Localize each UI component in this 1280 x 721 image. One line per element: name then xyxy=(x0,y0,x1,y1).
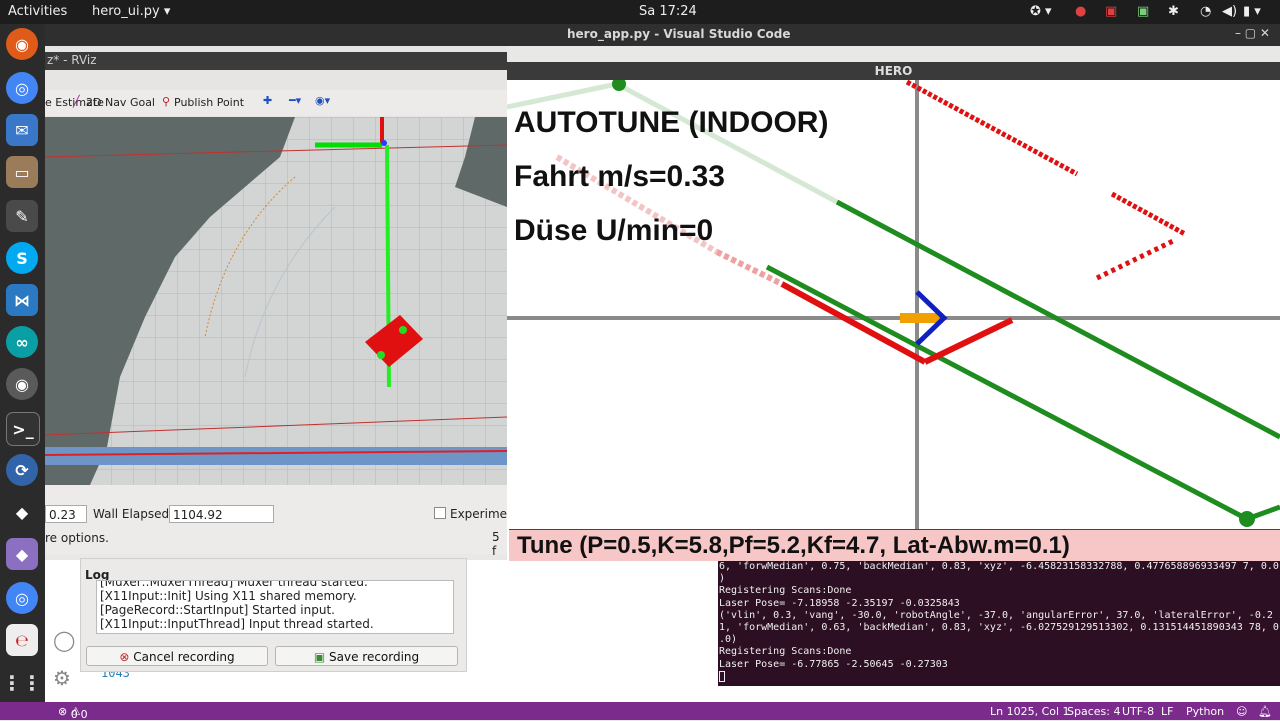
publish-point-tool[interactable]: Publish Point xyxy=(174,96,244,109)
nozzle-rpm-label: Düse U/min=0 xyxy=(514,214,714,247)
vscode-titlebar: hero_app.py - Visual Studio Code – ▢ ✕ xyxy=(45,24,1280,46)
terminal-line: Laser Pose= -7.18958 -2.35197 -0.0325843 xyxy=(719,597,960,609)
add-tool-icon[interactable]: ✚ xyxy=(263,94,272,107)
speed-label: Fahrt m/s=0.33 xyxy=(514,160,725,193)
terminal-cursor xyxy=(719,670,725,682)
vscode-icon[interactable]: ⋈ xyxy=(6,284,38,316)
log-line: [PageRecord::StartInput] Started input. xyxy=(100,603,335,617)
ros-time-field[interactable]: 0.23 xyxy=(45,505,87,523)
battery-icon[interactable]: ▮ ▾ xyxy=(1243,4,1261,19)
tool-options-icon[interactable]: ◉▾ xyxy=(315,94,330,107)
terminal-line: 6, 'forwMedian', 0.75, 'backMedian', 0.8… xyxy=(719,561,1279,572)
app-icon[interactable]: ⟳ xyxy=(6,454,38,486)
encoding[interactable]: UTF-8 xyxy=(1122,705,1154,718)
terminal-output[interactable]: 6, 'forwMedian', 0.75, 'backMedian', 0.8… xyxy=(718,561,1280,686)
rviz-toolbar: e Estimate ╱ 2D Nav Goal ⚲ Publish Point… xyxy=(45,90,507,116)
indentation[interactable]: Spaces: 4 xyxy=(1067,705,1120,718)
thunderbird-icon[interactable]: ✉ xyxy=(6,114,38,146)
window-title: hero_app.py - Visual Studio Code xyxy=(567,27,791,41)
save-icon: ▣ xyxy=(313,650,326,664)
terminal-line: Registering Scans:Done xyxy=(719,585,852,597)
map-visualization xyxy=(45,117,507,485)
terminal-line: ) xyxy=(719,573,726,585)
inkscape-icon[interactable]: ◆ xyxy=(6,496,38,528)
chrome-icon[interactable]: ◎ xyxy=(6,72,38,104)
fps-label: 5 f xyxy=(492,530,500,558)
experimental-label: Experimen xyxy=(450,507,515,521)
terminal-line: ('vlin', 0.3, 'vang', -30.0, 'robotAngle… xyxy=(719,609,1273,621)
settings-gear-icon[interactable]: ⚙ xyxy=(53,666,71,690)
terminal-margin xyxy=(718,686,1280,702)
volume-icon[interactable]: ◀) xyxy=(1222,4,1237,19)
terminal-line: 1, 'forwMedian', 0.63, 'backMedian', 0.8… xyxy=(719,622,1279,634)
chromium-icon[interactable]: ◎ xyxy=(6,582,38,614)
terminal-line: .0) xyxy=(719,634,738,646)
bluetooth-icon[interactable]: ✱ xyxy=(1168,4,1179,19)
ros-icon[interactable]: ● xyxy=(1075,4,1086,19)
wall-elapsed-field[interactable]: 1104.92 xyxy=(169,505,274,523)
rviz-time-panel: 0.23 Wall Elapsed: 1104.92 Experimen re … xyxy=(45,485,515,558)
terminal-line: Laser Pose= -6.77865 -2.50645 -0.27303 xyxy=(719,658,948,670)
webcam-icon[interactable]: ◉ xyxy=(6,368,38,400)
hero-titlebar: HERO xyxy=(507,62,1280,80)
skype-icon[interactable]: S xyxy=(6,242,38,274)
log-textbox[interactable]: [Muxer::MuxerThread] Muxer thread starte… xyxy=(96,580,454,634)
update-icon[interactable]: ▣ xyxy=(1137,4,1149,19)
wifi-icon[interactable]: ◔ xyxy=(1200,4,1211,19)
clock[interactable]: Sa 17:24 xyxy=(639,4,697,19)
rviz-titlebar: z* - RViz xyxy=(45,52,507,70)
document-viewer-icon[interactable]: ℮ xyxy=(6,624,38,656)
log-line: [X11Input::Init] Using X11 shared memory… xyxy=(100,589,357,603)
terminal-line: Registering Scans:Done xyxy=(719,646,852,658)
terminal-icon[interactable]: >_ xyxy=(6,412,40,446)
notifications-icon[interactable]: 🔔︎ xyxy=(1258,705,1272,718)
wall-elapsed-label: Wall Elapsed: xyxy=(93,507,174,521)
account-icon[interactable]: ◯ xyxy=(53,628,75,652)
log-line: [Muxer::MuxerThread] Muxer thread starte… xyxy=(100,580,368,589)
experimental-checkbox[interactable] xyxy=(434,507,446,519)
window-controls[interactable]: – ▢ ✕ xyxy=(1235,26,1270,40)
system-top-bar: Activities hero_ui.py ▾ Sa 17:24 ✪ ▾ ● ▣… xyxy=(0,0,1280,24)
cancel-icon: ⊗ xyxy=(119,650,130,664)
accessibility-icon[interactable]: ✪ ▾ xyxy=(1030,4,1052,19)
tune-parameters-banner: Tune (P=0.5,K=5.8,Pf=5.2,Kf=4.7, Lat-Abw… xyxy=(509,529,1280,561)
app-menu[interactable]: hero_ui.py ▾ xyxy=(92,4,170,19)
cursor-position[interactable]: Ln 1025, Col 1 xyxy=(990,705,1070,718)
dock: ◉ ◎ ✉ ▭ ✎ S ⋈ ∞ ◉ >_ ⟳ ◆ ◆ ◎ ℮ ⋮⋮ xyxy=(0,24,45,702)
nav-goal-tool[interactable]: 2D Nav Goal xyxy=(86,96,155,109)
problems-indicator[interactable]: ⊗ 0 ⚠ 0 xyxy=(58,705,88,721)
show-apps-icon[interactable]: ⋮⋮ xyxy=(2,667,42,699)
save-recording-button[interactable]: ▣ Save recording xyxy=(275,646,458,666)
publish-point-icon: ⚲ xyxy=(162,95,171,108)
gem-icon[interactable]: ◆ xyxy=(6,538,38,570)
recording-icon[interactable]: ▣ xyxy=(1105,4,1117,19)
end-of-line[interactable]: LF xyxy=(1161,705,1173,718)
text-editor-icon[interactable]: ✎ xyxy=(6,200,38,232)
firefox-icon[interactable]: ◉ xyxy=(6,28,38,60)
nav-goal-icon: ╱ xyxy=(73,95,80,108)
more-options-link[interactable]: re options. xyxy=(45,531,109,545)
language-mode[interactable]: Python xyxy=(1186,705,1224,718)
activities-button[interactable]: Activities xyxy=(8,4,67,19)
arduino-icon[interactable]: ∞ xyxy=(6,326,38,358)
remove-tool-icon[interactable]: ━▾ xyxy=(289,94,301,107)
files-icon[interactable]: ▭ xyxy=(6,156,38,188)
log-line: [X11Input::InputThread] Input thread sta… xyxy=(100,617,374,631)
rviz-3d-view[interactable] xyxy=(45,117,507,485)
vscode-statusbar: ⊗ 0 ⚠ 0 Ln 1025, Col 1 Spaces: 4 UTF-8 L… xyxy=(0,702,1280,721)
cancel-recording-button[interactable]: ⊗ Cancel recording xyxy=(86,646,268,666)
autotune-mode-label: AUTOTUNE (INDOOR) xyxy=(514,106,829,139)
feedback-icon[interactable]: ☺ xyxy=(1236,705,1247,718)
